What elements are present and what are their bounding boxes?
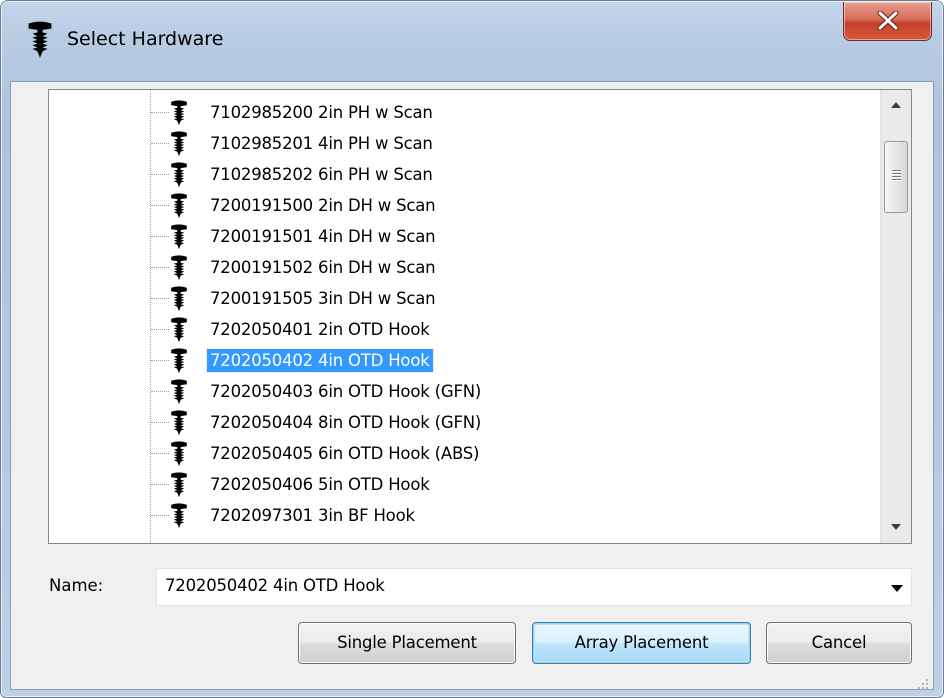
tree-guide-line <box>151 422 169 423</box>
tree-guide-line <box>151 174 169 175</box>
tree-item-label: 7202050404 8in OTD Hook (GFN) <box>210 413 482 432</box>
tree-item[interactable]: 7200191500 2in DH w Scan <box>49 190 879 221</box>
arrow-up-icon <box>891 102 901 108</box>
tree-guide-line <box>151 484 169 485</box>
cancel-button[interactable]: Cancel <box>766 622 912 664</box>
tree-item[interactable]: 7202050406 5in OTD Hook <box>49 469 879 500</box>
array-placement-button[interactable]: Array Placement <box>532 622 751 664</box>
screw-icon <box>169 131 189 157</box>
close-icon <box>877 11 899 30</box>
single-placement-button[interactable]: Single Placement <box>298 622 516 664</box>
tree-item-label: 7202050402 4in OTD Hook <box>206 348 434 373</box>
screw-icon <box>169 224 189 250</box>
tree-guide-line <box>151 205 169 206</box>
tree-item[interactable]: 7200191505 3in DH w Scan <box>49 283 879 314</box>
screw-icon <box>169 379 189 405</box>
tree-item[interactable]: 7102985200 2in PH w Scan <box>49 97 879 128</box>
tree-item-label: 7102985201 4in PH w Scan <box>210 134 433 153</box>
tree-item-label: 7200191500 2in DH w Scan <box>210 196 436 215</box>
tree-item-label: 7202050403 6in OTD Hook (GFN) <box>210 382 482 401</box>
hardware-tree[interactable]: 7102985200 2in PH w Scan 7102985201 4in P… <box>48 89 912 544</box>
tree-item-label: 7200191501 4in DH w Scan <box>210 227 436 246</box>
window-title: Select Hardware <box>67 28 224 50</box>
tree-item-label: 7202050401 2in OTD Hook <box>210 320 430 339</box>
arrow-down-icon <box>891 524 901 530</box>
screw-icon <box>28 21 52 58</box>
tree-guide-line <box>151 391 169 392</box>
vertical-scrollbar[interactable] <box>880 90 911 543</box>
tree-item[interactable]: 7202050401 2in OTD Hook <box>49 314 879 345</box>
dialog-window: Select Hardware 7102985200 2in PH w Scan… <box>0 0 944 698</box>
tree-guide-line <box>151 267 169 268</box>
tree-item[interactable]: 7200191501 4in DH w Scan <box>49 221 879 252</box>
tree-item[interactable]: 7102985201 4in PH w Scan <box>49 128 879 159</box>
tree-guide-line <box>151 143 169 144</box>
tree-guide-line <box>151 112 169 113</box>
scroll-down-button[interactable] <box>881 512 911 543</box>
tree-item[interactable]: 7202050402 4in OTD Hook <box>49 345 879 376</box>
name-label: Name: <box>49 576 104 595</box>
grip-icon <box>892 170 901 182</box>
screw-icon <box>169 472 189 498</box>
screw-icon <box>169 348 189 374</box>
tree-item-label: 7202097301 3in BF Hook <box>210 506 415 525</box>
tree-item[interactable]: 7200191502 6in DH w Scan <box>49 252 879 283</box>
screw-icon <box>169 162 189 188</box>
close-button[interactable] <box>843 2 932 41</box>
screw-icon <box>169 410 189 436</box>
screw-icon <box>169 255 189 281</box>
resize-grip-icon[interactable] <box>917 678 929 690</box>
tree-item[interactable]: 7202050404 8in OTD Hook (GFN) <box>49 407 879 438</box>
name-value: 7202050402 4in OTD Hook <box>165 576 385 595</box>
tree-guide-line <box>151 515 169 516</box>
tree-item-label: 7202050406 5in OTD Hook <box>210 475 430 494</box>
tree-item-label: 7200191502 6in DH w Scan <box>210 258 436 277</box>
screw-icon <box>169 286 189 312</box>
scroll-up-button[interactable] <box>881 90 911 121</box>
tree-item[interactable]: 7202097301 3in BF Hook <box>49 500 879 531</box>
screw-icon <box>169 193 189 219</box>
title-bar[interactable]: Select Hardware <box>1 1 943 81</box>
tree-guide-line <box>151 298 169 299</box>
tree-guide-line <box>151 236 169 237</box>
tree-item-label: 7200191505 3in DH w Scan <box>210 289 436 308</box>
name-combobox[interactable]: 7202050402 4in OTD Hook <box>156 568 912 606</box>
tree-guide-line <box>151 453 169 454</box>
screw-icon <box>169 503 189 529</box>
scroll-thumb[interactable] <box>884 141 908 213</box>
tree-item-label: 7202050405 6in OTD Hook (ABS) <box>210 444 480 463</box>
chevron-down-icon[interactable] <box>891 585 903 592</box>
tree-guide-line <box>151 360 169 361</box>
tree-guide-line <box>151 329 169 330</box>
hardware-tree-list: 7102985200 2in PH w Scan 7102985201 4in P… <box>49 90 879 543</box>
screw-icon <box>169 441 189 467</box>
screw-icon <box>169 100 189 126</box>
tree-item[interactable]: 7202050403 6in OTD Hook (GFN) <box>49 376 879 407</box>
tree-item-label: 7102985202 6in PH w Scan <box>210 165 433 184</box>
tree-item[interactable]: 7202050405 6in OTD Hook (ABS) <box>49 438 879 469</box>
tree-item-label: 7102985200 2in PH w Scan <box>210 103 433 122</box>
screw-icon <box>169 317 189 343</box>
tree-item[interactable]: 7102985202 6in PH w Scan <box>49 159 879 190</box>
